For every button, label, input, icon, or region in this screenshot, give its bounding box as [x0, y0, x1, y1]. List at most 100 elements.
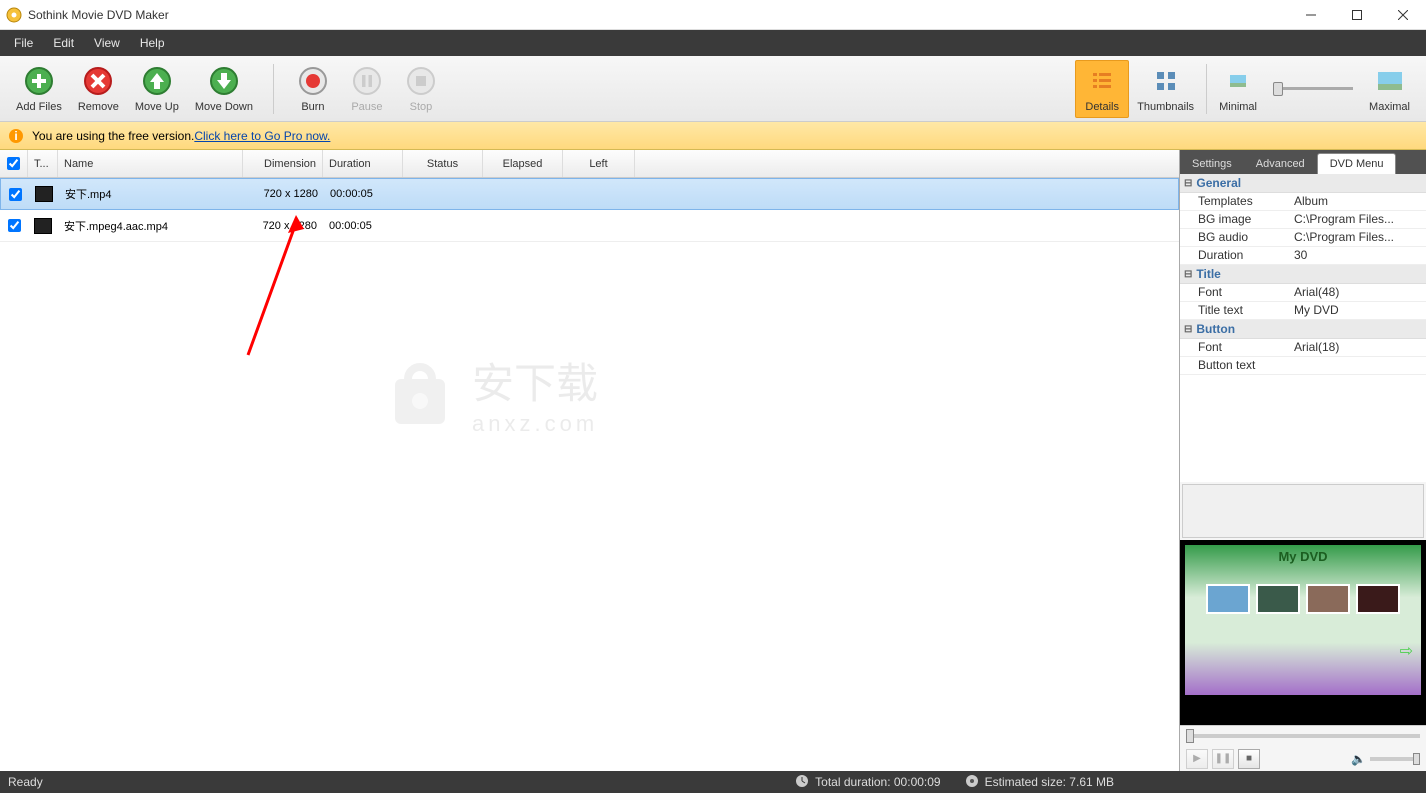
- svg-text:i: i: [14, 129, 17, 143]
- menu-edit[interactable]: Edit: [43, 32, 84, 54]
- tab-settings[interactable]: Settings: [1180, 154, 1244, 174]
- pause-icon: [351, 65, 383, 97]
- property-tabs: Settings Advanced DVD Menu: [1180, 150, 1426, 174]
- column-status[interactable]: Status: [403, 150, 483, 177]
- right-panel: Settings Advanced DVD Menu General Templ…: [1180, 150, 1426, 771]
- property-description: [1182, 484, 1424, 538]
- window-controls: [1288, 0, 1426, 30]
- column-elapsed[interactable]: Elapsed: [483, 150, 563, 177]
- maximize-button[interactable]: [1334, 0, 1380, 30]
- file-name: 安下.mp4: [59, 186, 244, 202]
- menu-view[interactable]: View: [84, 32, 130, 54]
- section-button[interactable]: Button: [1180, 320, 1426, 339]
- status-estimated-size: Estimated size: 7.61 MB: [965, 774, 1114, 791]
- file-list-panel: T... Name Dimension Duration Status Elap…: [0, 150, 1180, 771]
- record-icon: [297, 65, 329, 97]
- prop-title-text[interactable]: Title textMy DVD: [1180, 302, 1426, 320]
- clock-icon: [795, 774, 809, 791]
- property-grid[interactable]: General TemplatesAlbum BG imageC:\Progra…: [1180, 174, 1426, 482]
- move-up-button[interactable]: Move Up: [127, 61, 187, 117]
- prop-duration[interactable]: Duration30: [1180, 247, 1426, 265]
- go-pro-link[interactable]: Click here to Go Pro now.: [194, 129, 330, 143]
- column-checkbox[interactable]: [0, 150, 28, 177]
- minimal-view-button[interactable]: Minimal: [1211, 61, 1265, 117]
- menubar: File Edit View Help: [0, 30, 1426, 56]
- section-title[interactable]: Title: [1180, 265, 1426, 284]
- image-large-icon: [1374, 65, 1406, 97]
- details-icon: [1086, 65, 1118, 97]
- column-name[interactable]: Name: [58, 150, 243, 177]
- add-files-button[interactable]: Add Files: [8, 61, 70, 117]
- arrow-down-icon: [208, 65, 240, 97]
- toolbar-separator: [273, 64, 274, 114]
- file-duration: 00:00:05: [323, 220, 403, 232]
- file-name: 安下.mpeg4.aac.mp4: [58, 218, 243, 234]
- status-total-duration: Total duration: 00:00:09: [795, 774, 940, 791]
- file-dimension: 720 x 1280: [244, 188, 324, 200]
- toolbar: Add Files Remove Move Up Move Down Burn …: [0, 56, 1426, 122]
- column-dimension[interactable]: Dimension: [243, 150, 323, 177]
- free-version-infobar: i You are using the free version. Click …: [0, 122, 1426, 150]
- prop-title-font[interactable]: FontArial(48): [1180, 284, 1426, 302]
- prop-templates[interactable]: TemplatesAlbum: [1180, 193, 1426, 211]
- section-general[interactable]: General: [1180, 174, 1426, 193]
- stop-icon: [405, 65, 437, 97]
- row-checkbox[interactable]: [8, 219, 21, 232]
- file-duration: 00:00:05: [324, 188, 404, 200]
- arrow-up-icon: [141, 65, 173, 97]
- details-view-button[interactable]: Details: [1075, 60, 1129, 118]
- maximal-view-button[interactable]: Maximal: [1361, 61, 1418, 117]
- statusbar: Ready Total duration: 00:00:09 Estimated…: [0, 771, 1426, 793]
- image-small-icon: [1222, 65, 1254, 97]
- thumbnail-size-slider[interactable]: [1273, 87, 1353, 90]
- tab-advanced[interactable]: Advanced: [1244, 154, 1317, 174]
- plus-icon: [23, 65, 55, 97]
- prop-bg-audio[interactable]: BG audioC:\Program Files...: [1180, 229, 1426, 247]
- table-body[interactable]: 安下.mp4720 x 128000:00:05安下.mpeg4.aac.mp4…: [0, 178, 1179, 771]
- thumbnails-view-button[interactable]: Thumbnails: [1129, 61, 1202, 117]
- remove-icon: [82, 65, 114, 97]
- seek-bar[interactable]: [1180, 726, 1426, 746]
- column-duration[interactable]: Duration: [323, 150, 403, 177]
- table-row[interactable]: 安下.mpeg4.aac.mp4720 x 128000:00:05: [0, 210, 1179, 242]
- remove-button[interactable]: Remove: [70, 61, 127, 117]
- prop-button-font[interactable]: FontArial(18): [1180, 339, 1426, 357]
- player-controls: ▶ ❚❚ ■ 🔈: [1180, 725, 1426, 771]
- player-pause-button[interactable]: ❚❚: [1212, 749, 1234, 769]
- file-dimension: 720 x 1280: [243, 220, 323, 232]
- preview-next-icon: ⇨: [1400, 641, 1413, 661]
- column-left[interactable]: Left: [563, 150, 635, 177]
- pause-button[interactable]: Pause: [340, 61, 394, 117]
- table-row[interactable]: 安下.mp4720 x 128000:00:05: [0, 178, 1179, 210]
- dvd-menu-preview: My DVD ⇨: [1180, 540, 1426, 725]
- move-down-button[interactable]: Move Down: [187, 61, 261, 117]
- prop-button-text[interactable]: Button text: [1180, 357, 1426, 375]
- column-type[interactable]: T...: [28, 150, 58, 177]
- info-icon: i: [8, 128, 24, 144]
- main-area: T... Name Dimension Duration Status Elap…: [0, 150, 1426, 771]
- player-play-button[interactable]: ▶: [1186, 749, 1208, 769]
- menu-help[interactable]: Help: [130, 32, 175, 54]
- close-button[interactable]: [1380, 0, 1426, 30]
- infobar-text: You are using the free version.: [32, 129, 194, 143]
- menu-file[interactable]: File: [4, 32, 43, 54]
- volume-icon[interactable]: 🔈: [1351, 752, 1366, 766]
- burn-button[interactable]: Burn: [286, 61, 340, 117]
- tab-dvd-menu[interactable]: DVD Menu: [1317, 153, 1397, 174]
- disc-icon: [965, 774, 979, 791]
- file-thumbnail-icon: [35, 186, 53, 202]
- minimize-button[interactable]: [1288, 0, 1334, 30]
- volume-slider[interactable]: [1370, 757, 1420, 761]
- prop-bg-image[interactable]: BG imageC:\Program Files...: [1180, 211, 1426, 229]
- window-title: Sothink Movie DVD Maker: [28, 8, 1288, 22]
- toolbar-separator: [1206, 64, 1207, 114]
- status-ready: Ready: [8, 775, 43, 789]
- titlebar: Sothink Movie DVD Maker: [0, 0, 1426, 30]
- player-stop-button[interactable]: ■: [1238, 749, 1260, 769]
- file-thumbnail-icon: [34, 218, 52, 234]
- stop-button[interactable]: Stop: [394, 61, 448, 117]
- app-icon: [6, 7, 22, 23]
- row-checkbox[interactable]: [9, 188, 22, 201]
- preview-title: My DVD: [1278, 549, 1327, 564]
- preview-thumbnails: [1206, 584, 1400, 614]
